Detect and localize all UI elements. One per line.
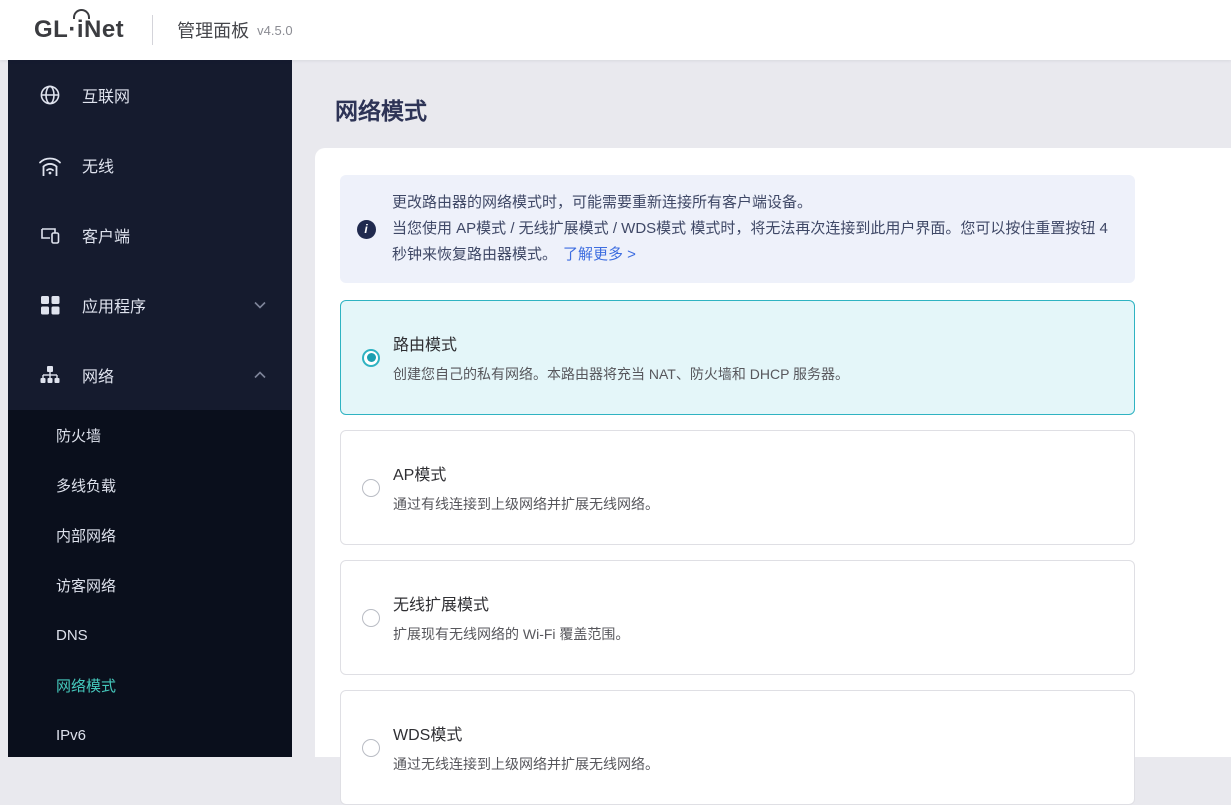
mode-description: 通过有线连接到上级网络并扩展无线网络。	[393, 496, 659, 512]
mode-option-router[interactable]: 路由模式 创建您自己的私有网络。本路由器将充当 NAT、防火墙和 DHCP 服务…	[340, 300, 1135, 415]
radio-extender-mode[interactable]	[362, 608, 380, 627]
mode-description: 创建您自己的私有网络。本路由器将充当 NAT、防火墙和 DHCP 服务器。	[393, 366, 850, 382]
mode-title: 路由模式	[393, 337, 458, 354]
radio-wds-mode[interactable]	[362, 738, 380, 757]
logo-text-suffix: Net	[84, 16, 125, 43]
mode-option-extender[interactable]: 无线扩展模式 扩展现有无线网络的 Wi-Fi 覆盖范围。	[340, 560, 1135, 675]
panel-title: 管理面板	[177, 21, 250, 41]
sidebar-item-clients[interactable]: 客户端	[8, 200, 292, 270]
info-line-2-text: 当您使用 AP模式 / 无线扩展模式 / WDS模式 模式时，将无法再次连接到此…	[392, 220, 1108, 263]
mode-text-block: AP模式 通过有线连接到上级网络并扩展无线网络。	[393, 461, 659, 514]
logo-wifi-arc-i: i	[72, 9, 91, 43]
info-icon-column: i	[340, 219, 392, 239]
page-title: 网络模式	[335, 98, 427, 124]
mode-title: AP模式	[393, 467, 447, 484]
apps-grid-icon	[38, 293, 62, 317]
sidebar-network-submenu: 防火墙 多线负载 内部网络 访客网络 DNS 网络模式 IPv6	[8, 410, 292, 757]
mode-text-block: 无线扩展模式 扩展现有无线网络的 Wi-Fi 覆盖范围。	[393, 591, 629, 644]
sidebar-item-wireless[interactable]: 无线	[8, 130, 292, 200]
sidebar-subitem-dns[interactable]: DNS	[8, 610, 292, 660]
learn-more-link[interactable]: 了解更多 >	[563, 246, 636, 263]
mode-text-block: WDS模式 通过无线连接到上级网络并扩展无线网络。	[393, 721, 659, 774]
mode-text-block: 路由模式 创建您自己的私有网络。本路由器将充当 NAT、防火墙和 DHCP 服务…	[393, 331, 849, 384]
info-box: i 更改路由器的网络模式时，可能需要重新连接所有客户端设备。 当您使用 AP模式…	[340, 175, 1135, 283]
content-card: i 更改路由器的网络模式时，可能需要重新连接所有客户端设备。 当您使用 AP模式…	[315, 148, 1231, 805]
sidebar-item-internet[interactable]: 互联网	[8, 60, 292, 130]
network-tree-icon	[38, 363, 62, 387]
sidebar-subitem-multiwan[interactable]: 多线负载	[8, 460, 292, 510]
mode-description: 通过无线连接到上级网络并扩展无线网络。	[393, 756, 659, 772]
sidebar-item-label: 应用程序	[82, 299, 147, 316]
info-icon: i	[356, 219, 376, 239]
sidebar-subitem-network-mode[interactable]: 网络模式	[8, 660, 292, 710]
sidebar-subitem-firewall[interactable]: 防火墙	[8, 410, 292, 460]
sidebar: 互联网 无线 客户端 应用程序 网络 防火墙 多线负载 内部网络 访客网络 DN…	[8, 60, 292, 757]
sidebar-item-label: 无线	[82, 159, 115, 176]
sidebar-item-label: 互联网	[82, 89, 131, 106]
panel-version: v4.5.0	[257, 22, 293, 38]
sidebar-item-applications[interactable]: 应用程序	[8, 270, 292, 340]
mode-option-access-point[interactable]: AP模式 通过有线连接到上级网络并扩展无线网络。	[340, 430, 1135, 545]
info-text: 更改路由器的网络模式时，可能需要重新连接所有客户端设备。 当您使用 AP模式 /…	[392, 176, 1135, 282]
wifi-icon	[38, 153, 62, 177]
mode-title: 无线扩展模式	[393, 597, 490, 614]
sidebar-subitem-lan[interactable]: 内部网络	[8, 510, 292, 560]
info-line-2: 当您使用 AP模式 / 无线扩展模式 / WDS模式 模式时，将无法再次连接到此…	[392, 216, 1111, 268]
mode-description: 扩展现有无线网络的 Wi-Fi 覆盖范围。	[393, 626, 630, 642]
chevron-up-icon	[254, 371, 266, 379]
sidebar-subitem-guest-network[interactable]: 访客网络	[8, 560, 292, 610]
page-heading-band: 网络模式	[292, 60, 1231, 148]
logo-text-prefix: GL·	[34, 16, 77, 43]
info-line-1: 更改路由器的网络模式时，可能需要重新连接所有客户端设备。	[392, 194, 813, 211]
app-header: GL· i Net 管理面板 v4.5.0	[0, 0, 1231, 60]
sidebar-subitem-ipv6[interactable]: IPv6	[8, 710, 292, 760]
radio-router-mode[interactable]	[362, 348, 380, 367]
mode-option-wds[interactable]: WDS模式 通过无线连接到上级网络并扩展无线网络。	[340, 690, 1135, 805]
radio-ap-mode[interactable]	[362, 478, 380, 497]
globe-icon	[38, 83, 62, 107]
brand-logo[interactable]: GL· i Net	[34, 9, 125, 44]
header-divider	[152, 15, 154, 45]
chevron-down-icon	[254, 301, 266, 309]
sidebar-item-network[interactable]: 网络	[8, 340, 292, 410]
mode-title: WDS模式	[393, 727, 463, 744]
sidebar-item-label: 网络	[82, 369, 115, 386]
sidebar-item-label: 客户端	[82, 229, 131, 246]
clients-icon	[38, 223, 62, 247]
